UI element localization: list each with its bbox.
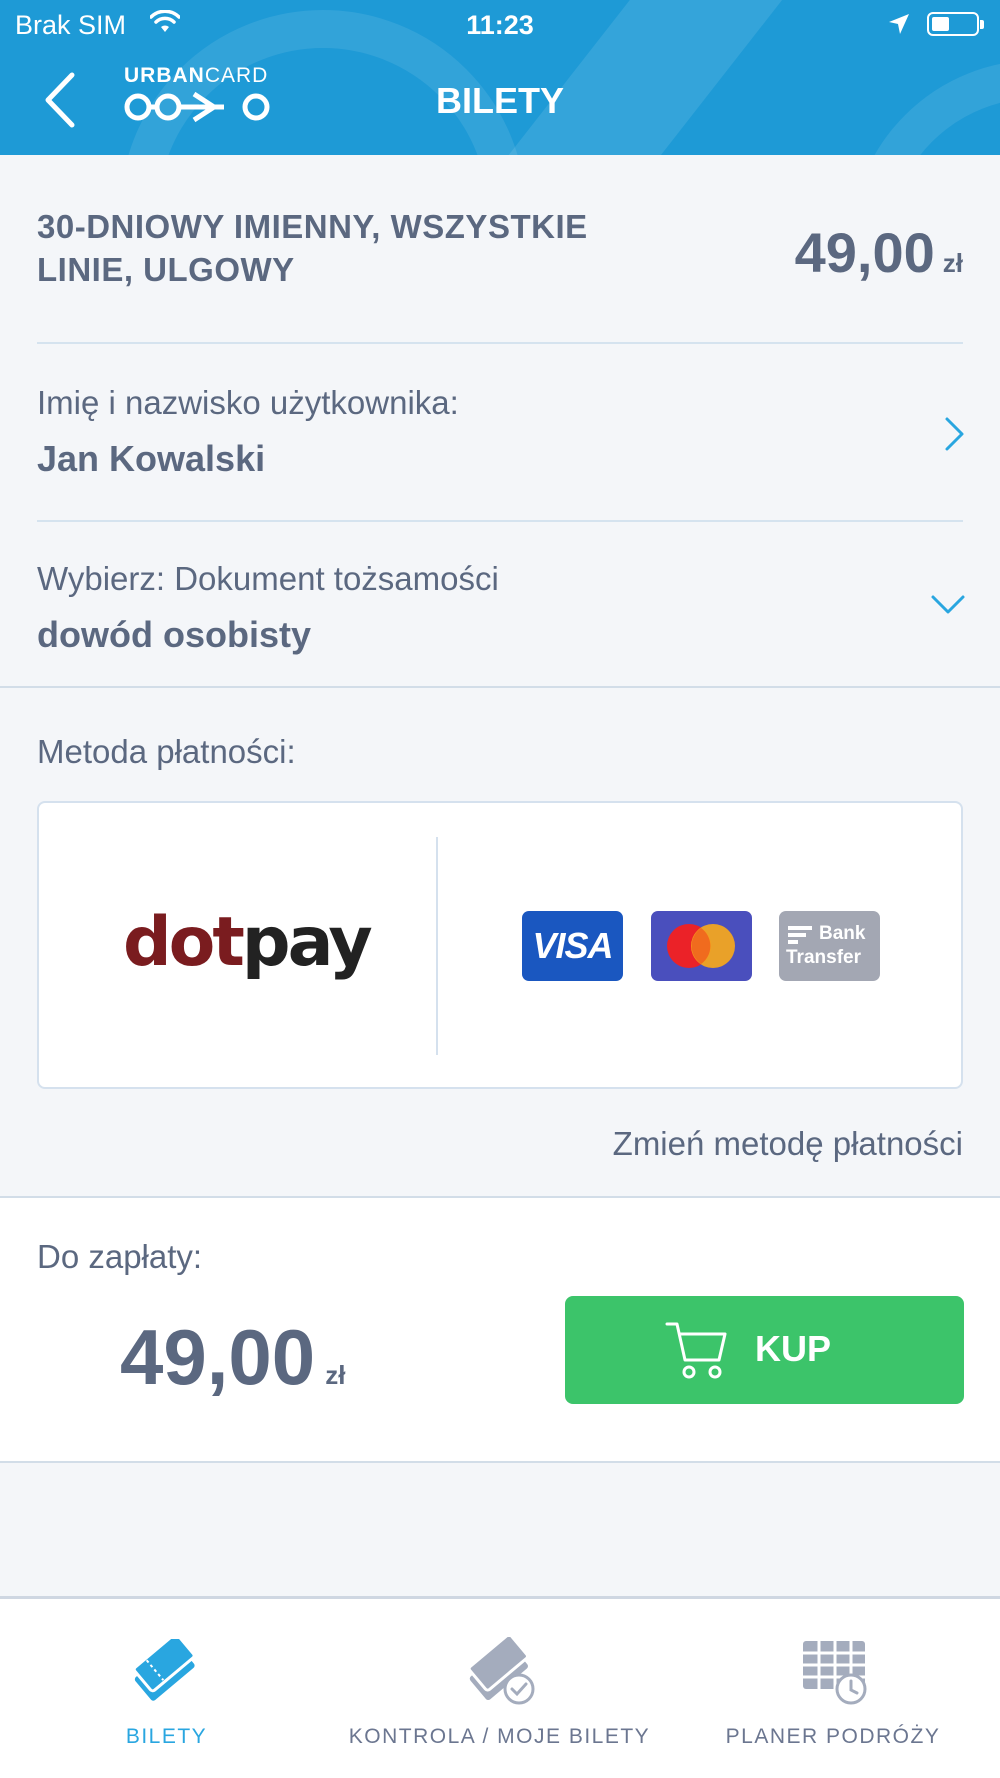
document-type-select[interactable]: Wybierz: Dokument tożsamości dowód osobi… xyxy=(0,522,1000,686)
amount-due: 49,00 zł xyxy=(120,1312,345,1403)
clock: 11:23 xyxy=(466,10,534,40)
tab-journey-planner[interactable]: PLANER PODRÓŻY xyxy=(666,1599,1000,1778)
payment-box-divider xyxy=(436,837,438,1055)
user-name-value: Jan Kowalski xyxy=(37,438,266,479)
location-arrow-icon xyxy=(888,11,910,42)
tab-my-tickets[interactable]: KONTROLA / MOJE BILETY xyxy=(333,1599,666,1778)
payment-method-label: Metoda płatności: xyxy=(37,733,296,770)
user-name-row[interactable]: Imię i nazwisko użytkownika: Jan Kowalsk… xyxy=(0,344,1000,520)
ticket-price-value: 49,00 xyxy=(794,221,935,284)
tab-tickets[interactable]: BILETY xyxy=(0,1599,333,1778)
amount-due-value: 49,00 xyxy=(120,1313,316,1401)
tab-my-tickets-label: KONTROLA / MOJE BILETY xyxy=(348,1725,651,1748)
status-bar: Brak SIM 11:23 xyxy=(0,0,1000,50)
buy-button-label: KUP xyxy=(755,1328,832,1369)
visa-logo: VISA xyxy=(522,911,623,981)
chevron-down-icon xyxy=(930,594,966,621)
mastercard-logo xyxy=(651,911,752,981)
document-type-label: Wybierz: Dokument tożsamości xyxy=(37,560,499,597)
tickets-icon xyxy=(126,1632,206,1714)
tab-tickets-label: BILETY xyxy=(125,1725,208,1748)
tab-bar: BILETY KONTROLA / MOJE BILETY PLANER POD… xyxy=(0,1596,1000,1778)
ticket-name: 30-DNIOWY IMIENNY, WSZYSTKIE LINIE, ULGO… xyxy=(37,208,588,288)
ticket-price: 49,00 zł xyxy=(795,220,963,285)
tab-journey-planner-label: PLANER PODRÓŻY xyxy=(725,1725,941,1748)
amount-due-label: Do zapłaty: xyxy=(37,1238,203,1275)
change-payment-method-link[interactable]: Zmień metodę płatności xyxy=(613,1125,963,1163)
user-name-label: Imię i nazwisko użytkownika: xyxy=(37,384,459,421)
dotpay-logo: dotpay xyxy=(123,903,373,982)
bank-transfer-logo: Bank Transfer xyxy=(779,911,880,981)
total-panel: Do zapłaty: 49,00 zł KUP xyxy=(0,1196,1000,1463)
ticket-check-icon xyxy=(461,1633,541,1714)
battery-icon xyxy=(927,12,984,36)
schedule-icon xyxy=(799,1637,871,1714)
amount-due-currency: zł xyxy=(325,1360,346,1390)
document-type-value: dowód osobisty xyxy=(37,614,311,655)
app-header: Brak SIM 11:23 URBANCARD BILETY xyxy=(0,0,1000,155)
chevron-right-icon xyxy=(944,416,966,457)
page-title: BILETY xyxy=(435,80,564,121)
buy-button[interactable]: KUP xyxy=(565,1296,964,1404)
ticket-price-currency: zł xyxy=(942,248,963,278)
cart-icon xyxy=(665,1320,729,1387)
section-separator xyxy=(0,686,1000,688)
payment-method-box[interactable]: dotpay VISA Bank Transfer xyxy=(37,801,963,1089)
